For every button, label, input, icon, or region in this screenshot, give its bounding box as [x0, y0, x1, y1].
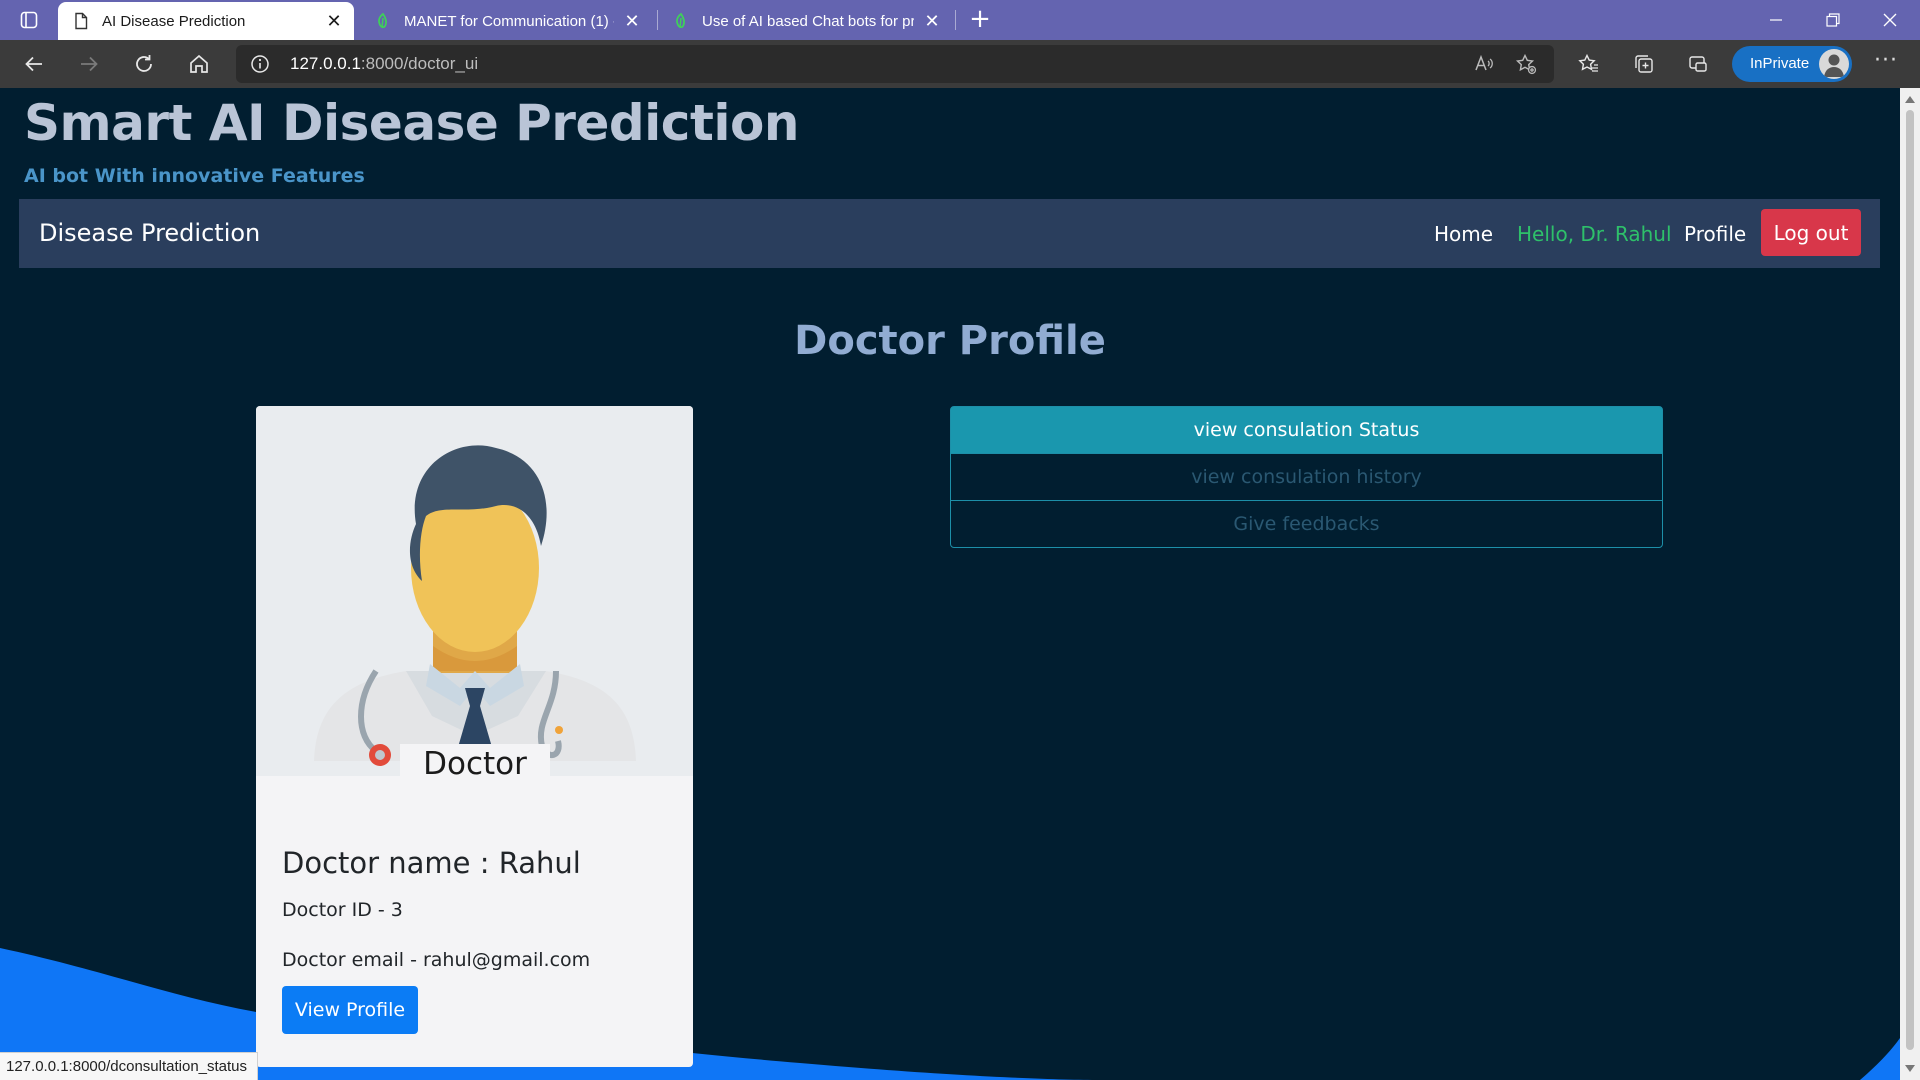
forward-icon[interactable] — [77, 52, 101, 76]
tab-ai-chatbots[interactable]: Use of AI based Chat bots for pr ✕ — [658, 2, 952, 40]
url-host: 127.0.0.1 — [290, 54, 361, 73]
close-tab-icon[interactable]: ✕ — [924, 12, 940, 30]
site-info-icon[interactable] — [250, 54, 270, 74]
browser-essentials-icon[interactable] — [1686, 52, 1710, 76]
scroll-up-icon[interactable] — [1905, 96, 1915, 103]
view-consultation-status-link[interactable]: view consulation Status — [950, 406, 1663, 454]
doctor-card: Doctor Doctor name : Rahul Doctor ID - 3… — [256, 406, 693, 1067]
url-text: 127.0.0.1:8000/doctor_ui — [290, 54, 478, 74]
view-consultation-history-link[interactable]: view consulation history — [950, 453, 1663, 501]
more-options-icon[interactable]: ··· — [1872, 50, 1900, 78]
navbar: Disease Prediction Home Hello, Dr. Rahul… — [19, 199, 1880, 268]
new-tab-button[interactable]: + — [966, 6, 994, 34]
page-scrollbar[interactable] — [1900, 88, 1920, 1080]
logout-button[interactable]: Log out — [1761, 209, 1861, 256]
web-page: Smart AI Disease Prediction AI bot With … — [0, 88, 1900, 1080]
navbar-brand[interactable]: Disease Prediction — [39, 219, 260, 247]
tab-title: AI Disease Prediction — [102, 12, 246, 30]
browser-tab-strip: AI Disease Prediction ✕ MANET for Commun… — [0, 0, 1920, 40]
tab-manet[interactable]: MANET for Communication (1) - ✕ — [360, 2, 652, 40]
add-favorite-icon[interactable] — [1514, 52, 1538, 76]
tab-actions-icon[interactable] — [18, 9, 40, 31]
profile-avatar-icon — [1819, 49, 1849, 79]
doctor-avatar-image — [256, 406, 693, 776]
page-icon — [75, 12, 88, 30]
address-bar-row: 127.0.0.1:8000/doctor_ui InPrivate ··· — [0, 40, 1920, 88]
inprivate-badge[interactable]: InPrivate — [1732, 46, 1852, 82]
read-aloud-icon[interactable] — [1472, 52, 1496, 76]
collections-icon[interactable] — [1632, 52, 1656, 76]
status-bar-url: 127.0.0.1:8000/dconsultation_status — [0, 1052, 259, 1080]
doctor-image-caption: Doctor — [400, 744, 550, 782]
favorites-icon[interactable] — [1577, 52, 1601, 76]
close-tab-icon[interactable]: ✕ — [326, 12, 342, 30]
green-leaf-icon — [676, 12, 685, 29]
site-subtitle: AI bot With innovative Features — [24, 165, 365, 187]
nav-profile-link[interactable]: Profile — [1684, 222, 1746, 246]
give-feedbacks-link[interactable]: Give feedbacks — [950, 500, 1663, 548]
minimize-icon[interactable] — [1753, 4, 1799, 36]
tab-title: Use of AI based Chat bots for pr — [702, 12, 914, 30]
inprivate-label: InPrivate — [1750, 55, 1810, 72]
close-window-icon[interactable] — [1867, 4, 1913, 36]
refresh-icon[interactable] — [132, 52, 156, 76]
green-leaf-icon — [378, 12, 387, 29]
scroll-down-icon[interactable] — [1905, 1065, 1915, 1072]
tab-title: MANET for Communication (1) - — [404, 12, 614, 30]
url-path: :8000/doctor_ui — [360, 54, 479, 73]
page-heading: Doctor Profile — [794, 318, 1106, 364]
doctor-email: Doctor email - rahul@gmail.com — [282, 949, 591, 971]
close-tab-icon[interactable]: ✕ — [624, 12, 640, 30]
doctor-actions-list: view consulation Status view consulation… — [950, 406, 1663, 548]
back-icon[interactable] — [22, 52, 46, 76]
nav-greeting: Hello, Dr. Rahul — [1517, 222, 1672, 246]
restore-icon[interactable] — [1810, 4, 1856, 36]
tab-ai-disease-prediction[interactable]: AI Disease Prediction ✕ — [58, 2, 354, 40]
tab-separator — [955, 10, 956, 30]
view-profile-button[interactable]: View Profile — [282, 986, 418, 1034]
site-title: Smart AI Disease Prediction — [24, 94, 799, 152]
home-icon[interactable] — [187, 52, 211, 76]
nav-home-link[interactable]: Home — [1434, 222, 1493, 246]
url-field[interactable]: 127.0.0.1:8000/doctor_ui — [236, 45, 1554, 83]
doctor-name: Doctor name : Rahul — [282, 846, 581, 880]
scrollbar-thumb[interactable] — [1906, 110, 1914, 1050]
doctor-id: Doctor ID - 3 — [282, 899, 403, 921]
